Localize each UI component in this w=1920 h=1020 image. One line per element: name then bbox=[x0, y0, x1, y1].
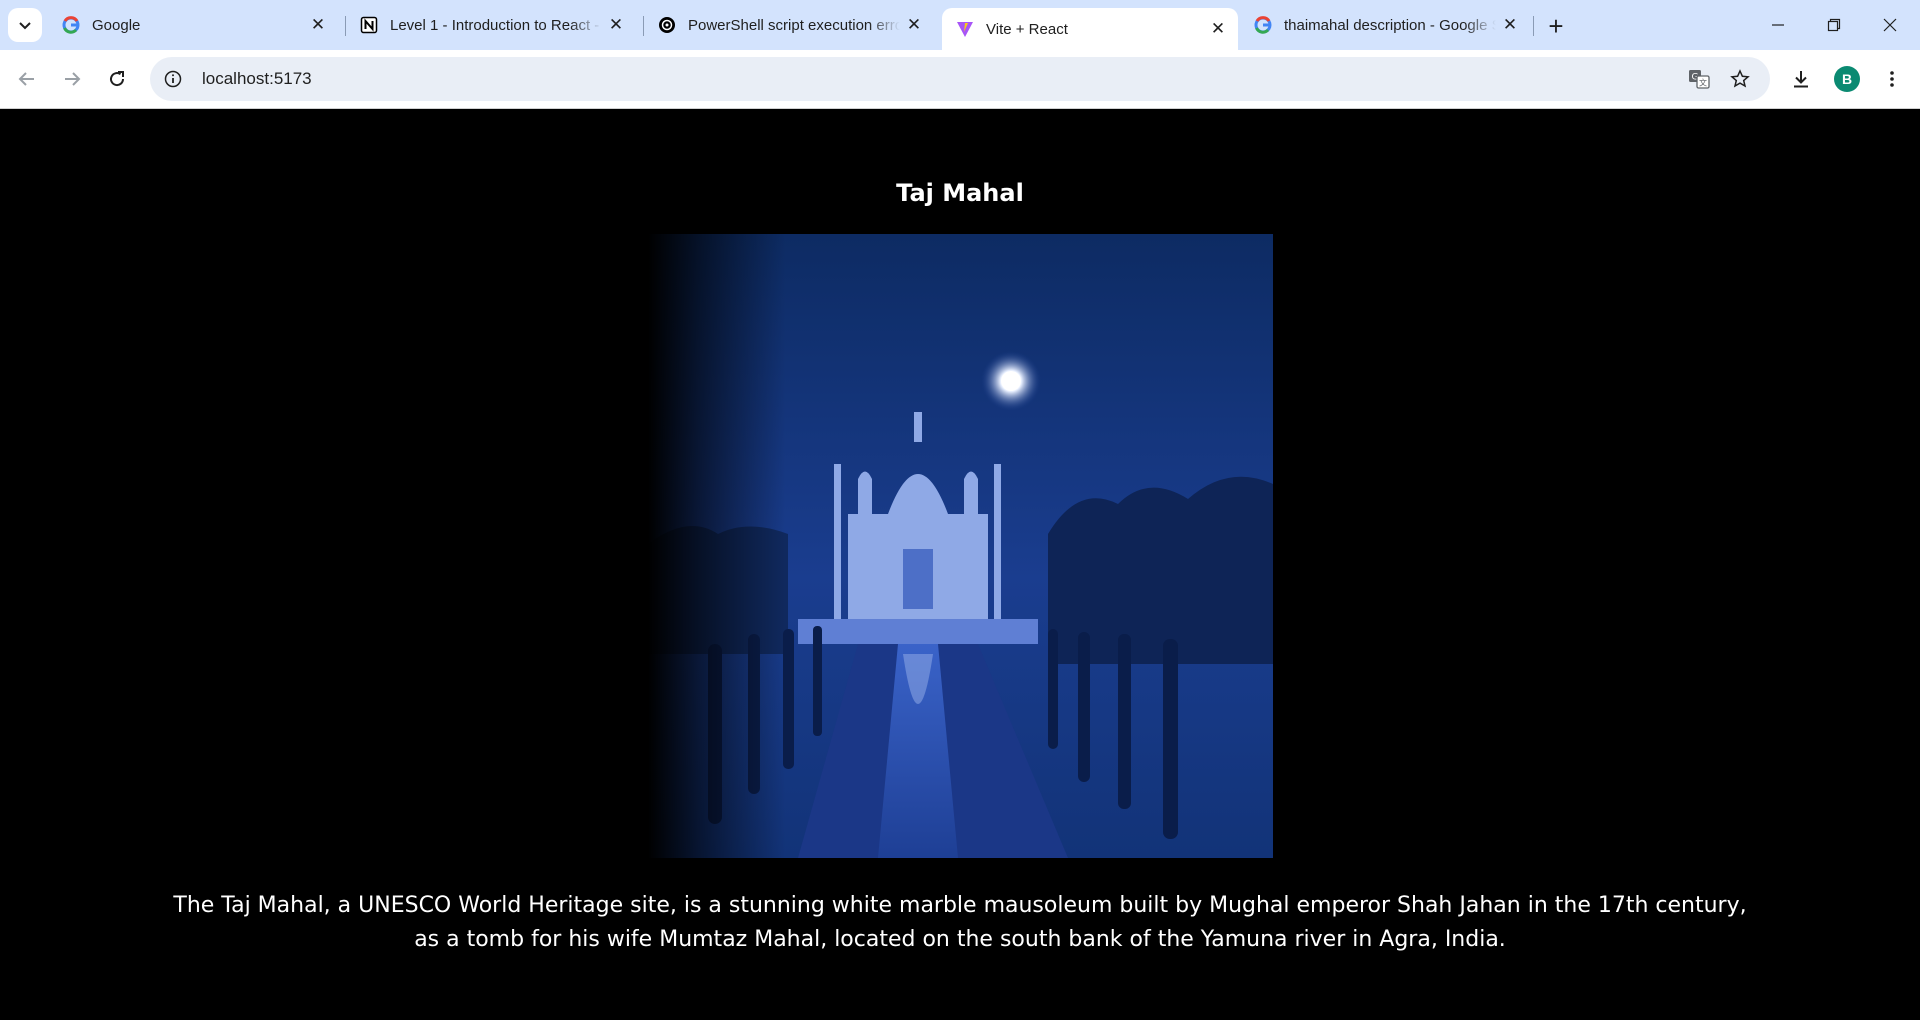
translate-icon: G文 bbox=[1689, 70, 1710, 89]
arrow-left-icon bbox=[18, 72, 34, 86]
vite-icon bbox=[956, 20, 974, 38]
kebab-menu-icon bbox=[1890, 71, 1894, 87]
arrow-right-icon bbox=[65, 72, 81, 86]
close-icon bbox=[1883, 18, 1897, 32]
tab-strip: Google ✕ Level 1 - Introduction to React… bbox=[0, 0, 1920, 50]
close-icon[interactable]: ✕ bbox=[304, 11, 332, 39]
new-tab-button[interactable]: + bbox=[1540, 10, 1572, 42]
site-info-icon[interactable] bbox=[156, 62, 190, 96]
profile-avatar[interactable]: B bbox=[1834, 66, 1860, 92]
tab-title: thaimahal description - Google Search bbox=[1284, 16, 1496, 34]
downloads-button[interactable] bbox=[1783, 61, 1819, 97]
download-icon bbox=[1794, 71, 1808, 88]
star-icon bbox=[1730, 69, 1750, 88]
bookmark-button[interactable] bbox=[1722, 61, 1758, 97]
restore-button[interactable] bbox=[1806, 0, 1862, 50]
restore-icon bbox=[1827, 18, 1841, 32]
tab-title: Level 1 - Introduction to React - Notion bbox=[390, 16, 602, 34]
google-g-icon bbox=[62, 16, 80, 34]
tab-google[interactable]: Google ✕ bbox=[48, 8, 338, 42]
tab-chatgpt[interactable]: PowerShell script execution error - Chat… bbox=[644, 8, 934, 42]
close-icon[interactable]: ✕ bbox=[1204, 15, 1232, 43]
translate-button[interactable]: G文 bbox=[1681, 61, 1717, 97]
chevron-down-icon bbox=[19, 22, 31, 30]
minimize-icon bbox=[1772, 24, 1784, 26]
address-bar[interactable]: localhost:5173 bbox=[150, 57, 1770, 101]
close-icon[interactable]: ✕ bbox=[602, 11, 630, 39]
tab-title: Vite + React bbox=[986, 20, 1068, 38]
tab-google-search[interactable]: thaimahal description - Google Search ✕ bbox=[1240, 8, 1530, 42]
tab-title: PowerShell script execution error - Chat… bbox=[688, 16, 900, 34]
page-content: Taj Mahal The Taj Mahal, a UNESCO World … bbox=[0, 109, 1920, 1020]
menu-button[interactable] bbox=[1874, 61, 1910, 97]
svg-text:文: 文 bbox=[1699, 78, 1707, 88]
close-icon[interactable]: ✕ bbox=[1496, 11, 1524, 39]
tab-title: Google bbox=[92, 16, 141, 34]
chatgpt-icon bbox=[658, 16, 676, 34]
minimize-button[interactable] bbox=[1750, 0, 1806, 50]
reload-button[interactable] bbox=[99, 61, 135, 97]
description-text: The Taj Mahal, a UNESCO World Heritage s… bbox=[173, 893, 1747, 952]
forward-button[interactable] bbox=[54, 61, 90, 97]
reload-icon bbox=[110, 71, 125, 87]
close-window-button[interactable] bbox=[1862, 0, 1918, 50]
notion-icon bbox=[360, 16, 378, 34]
tab-notion[interactable]: Level 1 - Introduction to React - Notion… bbox=[346, 8, 636, 42]
url-text[interactable]: localhost:5173 bbox=[202, 69, 312, 89]
taj-mahal-image bbox=[648, 234, 1273, 858]
tab-vite-react[interactable]: Vite + React ✕ bbox=[942, 8, 1238, 50]
close-icon[interactable]: ✕ bbox=[900, 11, 928, 39]
page-title: Taj Mahal bbox=[896, 179, 1024, 207]
back-button[interactable] bbox=[9, 61, 45, 97]
tab-separator bbox=[1533, 16, 1534, 36]
tab-search-button[interactable] bbox=[8, 8, 42, 42]
browser-toolbar: localhost:5173 G文 bbox=[0, 50, 1920, 109]
plus-icon: + bbox=[1548, 10, 1564, 41]
google-g-icon bbox=[1254, 16, 1272, 34]
